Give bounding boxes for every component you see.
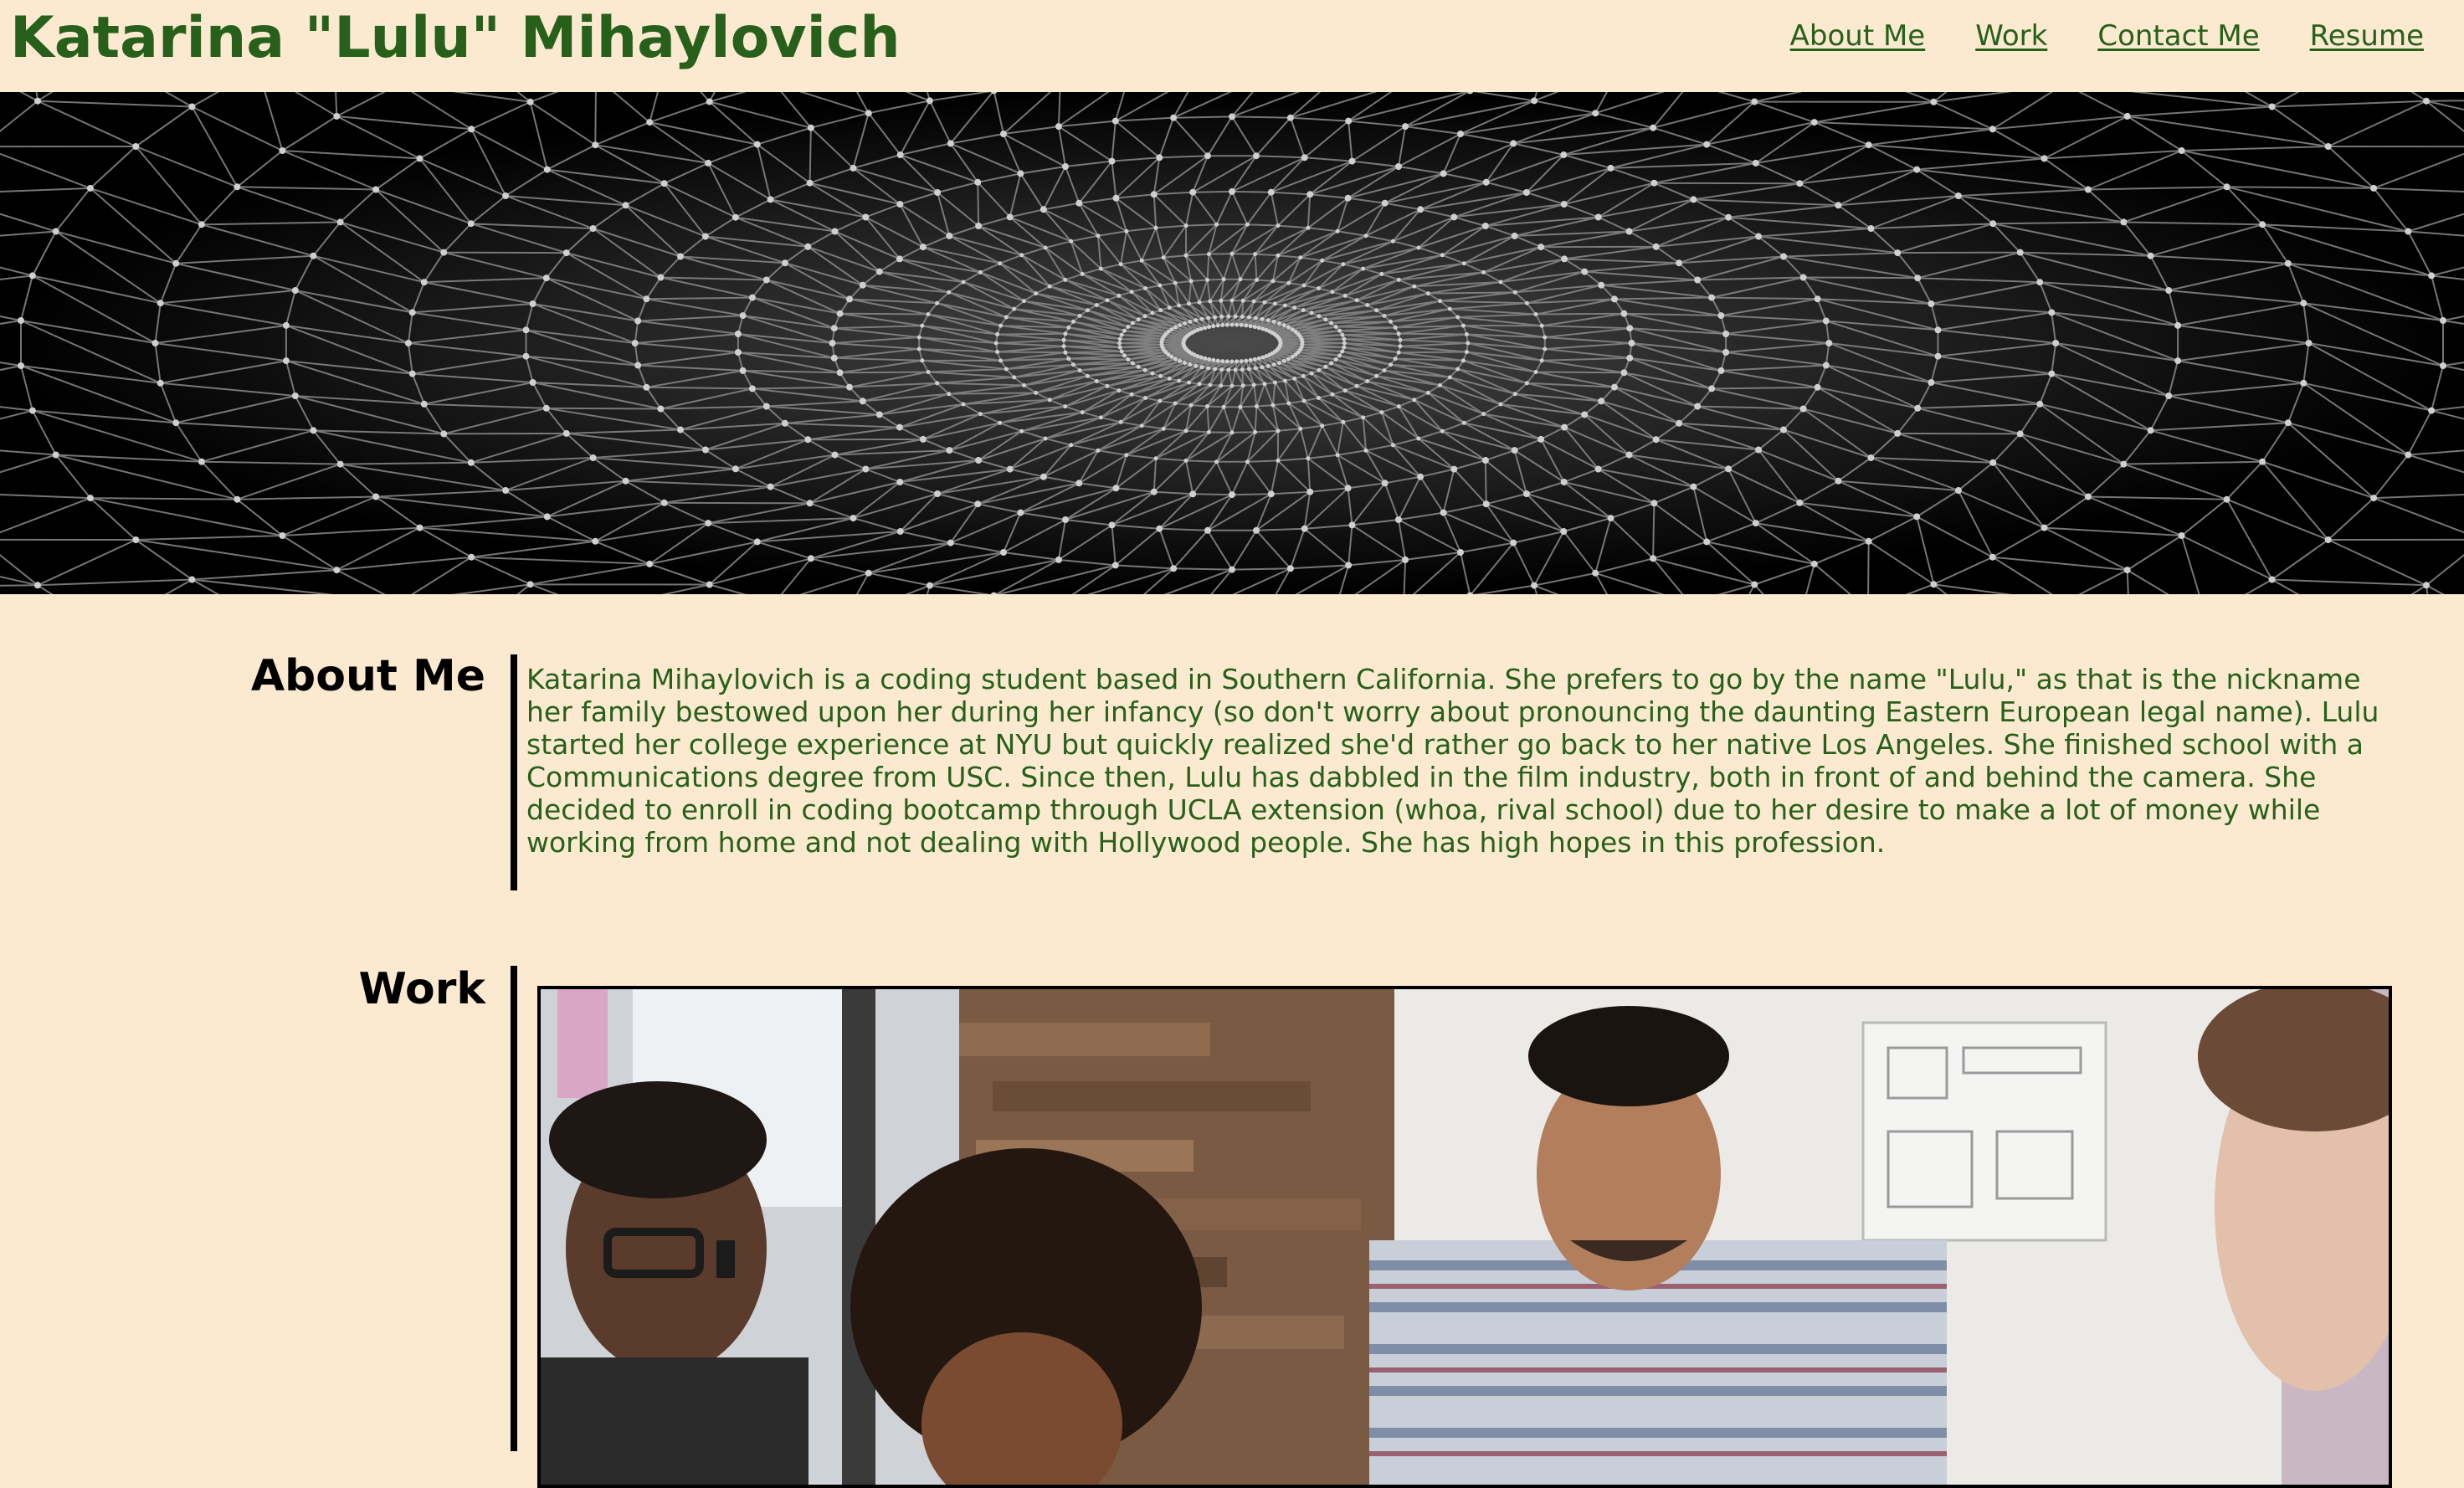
geometric-mesh-graphic <box>0 92 2464 594</box>
about-heading: About Me <box>250 651 485 701</box>
site-title: Katarina "Lulu" Mihaylovich <box>10 5 901 71</box>
work-heading: Work <box>358 964 485 1014</box>
main-nav: About Me Work Contact Me Resume <box>1790 18 2424 54</box>
hero-banner-image <box>0 92 2464 594</box>
about-divider <box>511 654 517 890</box>
work-divider <box>511 966 517 1451</box>
team-photo-graphic <box>541 989 2389 1485</box>
nav-link-about-me[interactable]: About Me <box>1790 18 1926 54</box>
nav-link-resume[interactable]: Resume <box>2310 18 2424 54</box>
site-header: Katarina "Lulu" Mihaylovich About Me Wor… <box>0 0 2464 92</box>
about-paragraph: Katarina Mihaylovich is a coding student… <box>526 663 2379 859</box>
work-team-photo[interactable] <box>537 986 2392 1488</box>
nav-link-contact-me[interactable]: Contact Me <box>2097 18 2259 54</box>
nav-link-work[interactable]: Work <box>1975 18 2047 54</box>
